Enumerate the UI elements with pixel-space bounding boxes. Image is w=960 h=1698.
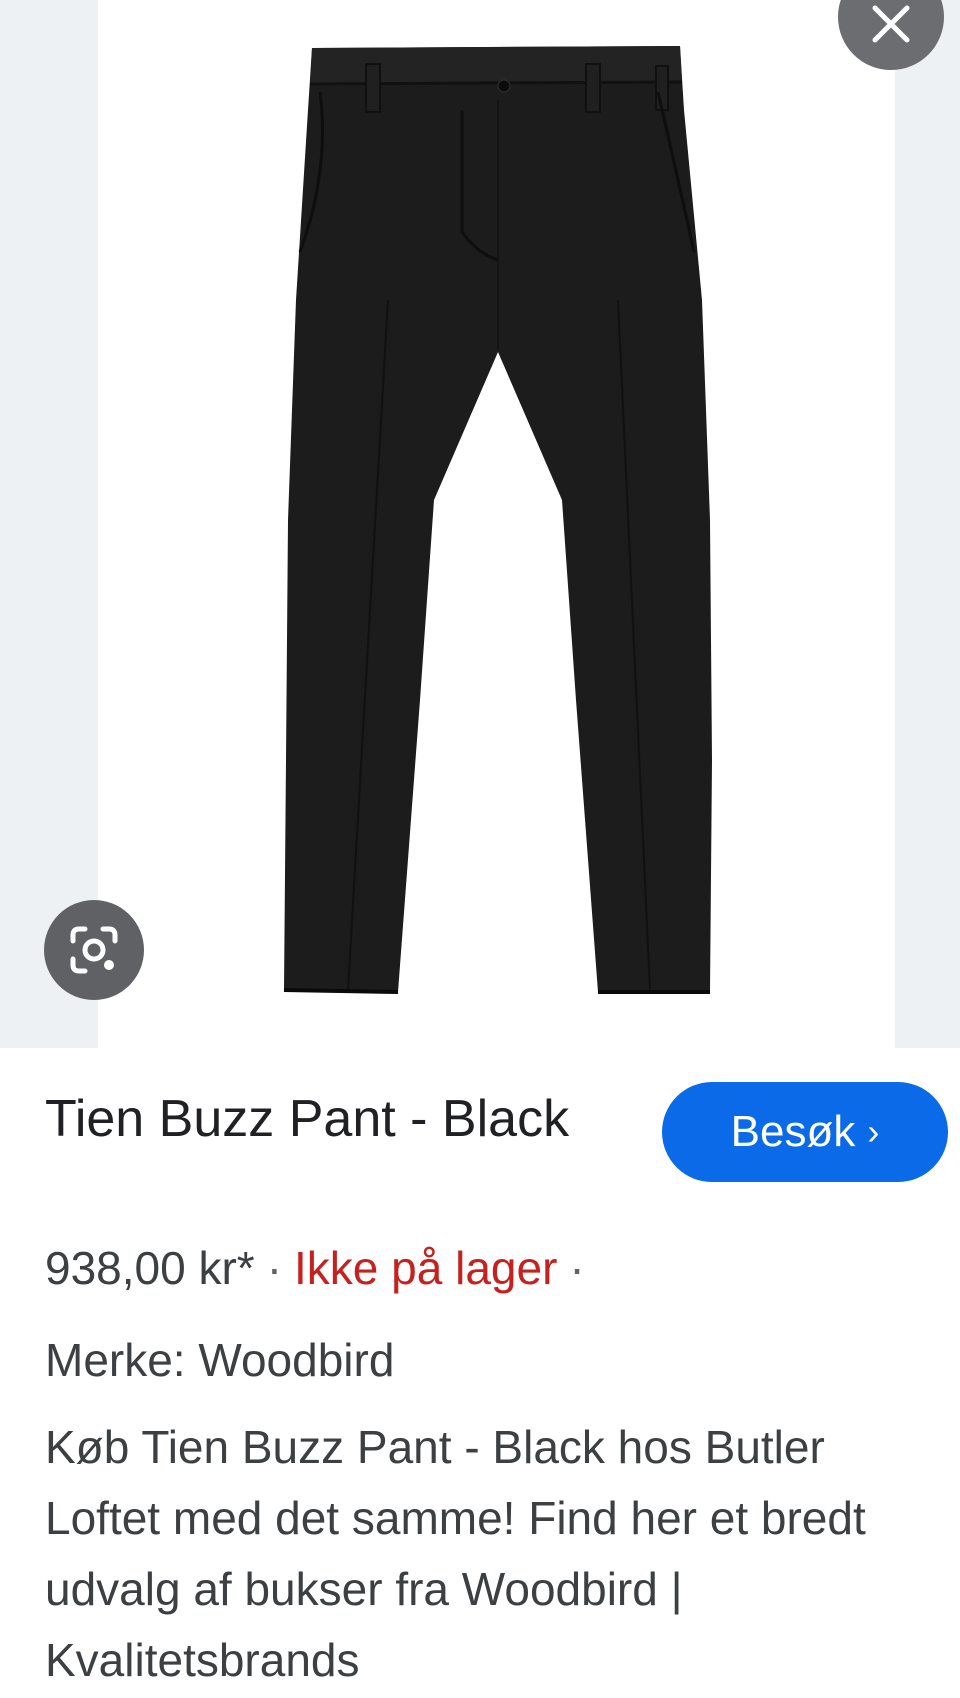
- stock-status: Ikke på lager: [294, 1242, 558, 1294]
- close-icon: [872, 5, 910, 43]
- separator-dot: ·: [266, 1242, 283, 1294]
- price-row: 938,00 kr* · Ikke på lager ·: [45, 1238, 597, 1298]
- product-info-panel: Tien Buzz Pant - Black Besøk › 938,00 kr…: [0, 1048, 960, 1698]
- product-title: Tien Buzz Pant - Black: [45, 1090, 570, 1148]
- brand-row: Merke: Woodbird: [45, 1330, 394, 1390]
- brand-label: Merke:: [45, 1334, 186, 1386]
- chevron-right-icon: ›: [867, 1111, 880, 1152]
- product-image: [283, 46, 712, 994]
- product-image-area: [0, 0, 960, 1048]
- visit-button[interactable]: Besøk ›: [662, 1082, 948, 1182]
- google-lens-icon: [70, 926, 118, 974]
- product-description: Køb Tien Buzz Pant - Black hos Butler Lo…: [45, 1421, 866, 1686]
- price: 938,00 kr*: [45, 1242, 255, 1294]
- product-image-card[interactable]: [98, 0, 895, 1048]
- brand-value: Woodbird: [198, 1334, 395, 1386]
- separator-dot-trailing: ·: [569, 1242, 585, 1294]
- google-lens-button[interactable]: [44, 900, 144, 1000]
- visit-button-label: Besøk: [730, 1107, 856, 1156]
